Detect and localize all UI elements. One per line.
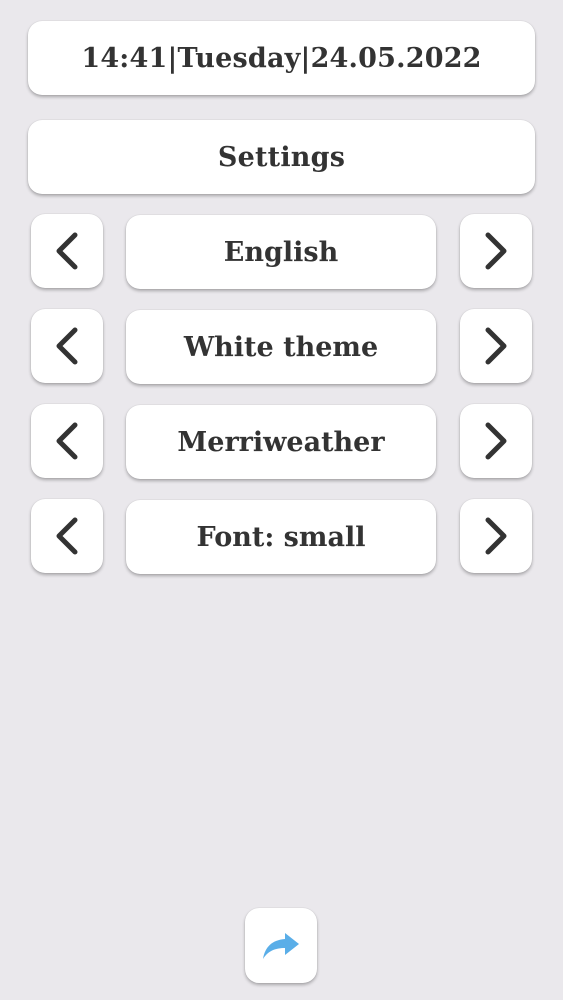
- setting-row-font-family: Merriweather: [0, 404, 563, 482]
- font-size-next-button[interactable]: [460, 499, 532, 573]
- chevron-right-icon: [485, 327, 507, 365]
- font-size-value: Font: small: [126, 500, 436, 574]
- page-title: Settings: [28, 120, 535, 194]
- language-value: English: [126, 215, 436, 289]
- setting-row-font-size: Font: small: [0, 499, 563, 577]
- share-button[interactable]: [245, 908, 317, 983]
- page-title-text: Settings: [217, 141, 346, 173]
- font-size-previous-button[interactable]: [31, 499, 103, 573]
- datetime-display: 14:41|Tuesday|24.05.2022: [28, 21, 535, 95]
- chevron-left-icon: [56, 327, 78, 365]
- font-size-value-text: Font: small: [196, 521, 366, 553]
- font-family-value-text: Merriweather: [177, 426, 385, 458]
- language-previous-button[interactable]: [31, 214, 103, 288]
- setting-row-language: English: [0, 214, 563, 292]
- chevron-right-icon: [485, 422, 507, 460]
- chevron-right-icon: [485, 232, 507, 270]
- setting-row-theme: White theme: [0, 309, 563, 387]
- theme-previous-button[interactable]: [31, 309, 103, 383]
- language-value-text: English: [223, 236, 339, 268]
- language-next-button[interactable]: [460, 214, 532, 288]
- datetime-text: 14:41|Tuesday|24.05.2022: [81, 42, 482, 74]
- chevron-left-icon: [56, 422, 78, 460]
- font-family-next-button[interactable]: [460, 404, 532, 478]
- theme-value-text: White theme: [183, 331, 379, 363]
- theme-value: White theme: [126, 310, 436, 384]
- font-family-previous-button[interactable]: [31, 404, 103, 478]
- chevron-left-icon: [56, 517, 78, 555]
- font-family-value: Merriweather: [126, 405, 436, 479]
- chevron-right-icon: [485, 517, 507, 555]
- share-arrow-icon: [263, 932, 299, 959]
- chevron-left-icon: [56, 232, 78, 270]
- theme-next-button[interactable]: [460, 309, 532, 383]
